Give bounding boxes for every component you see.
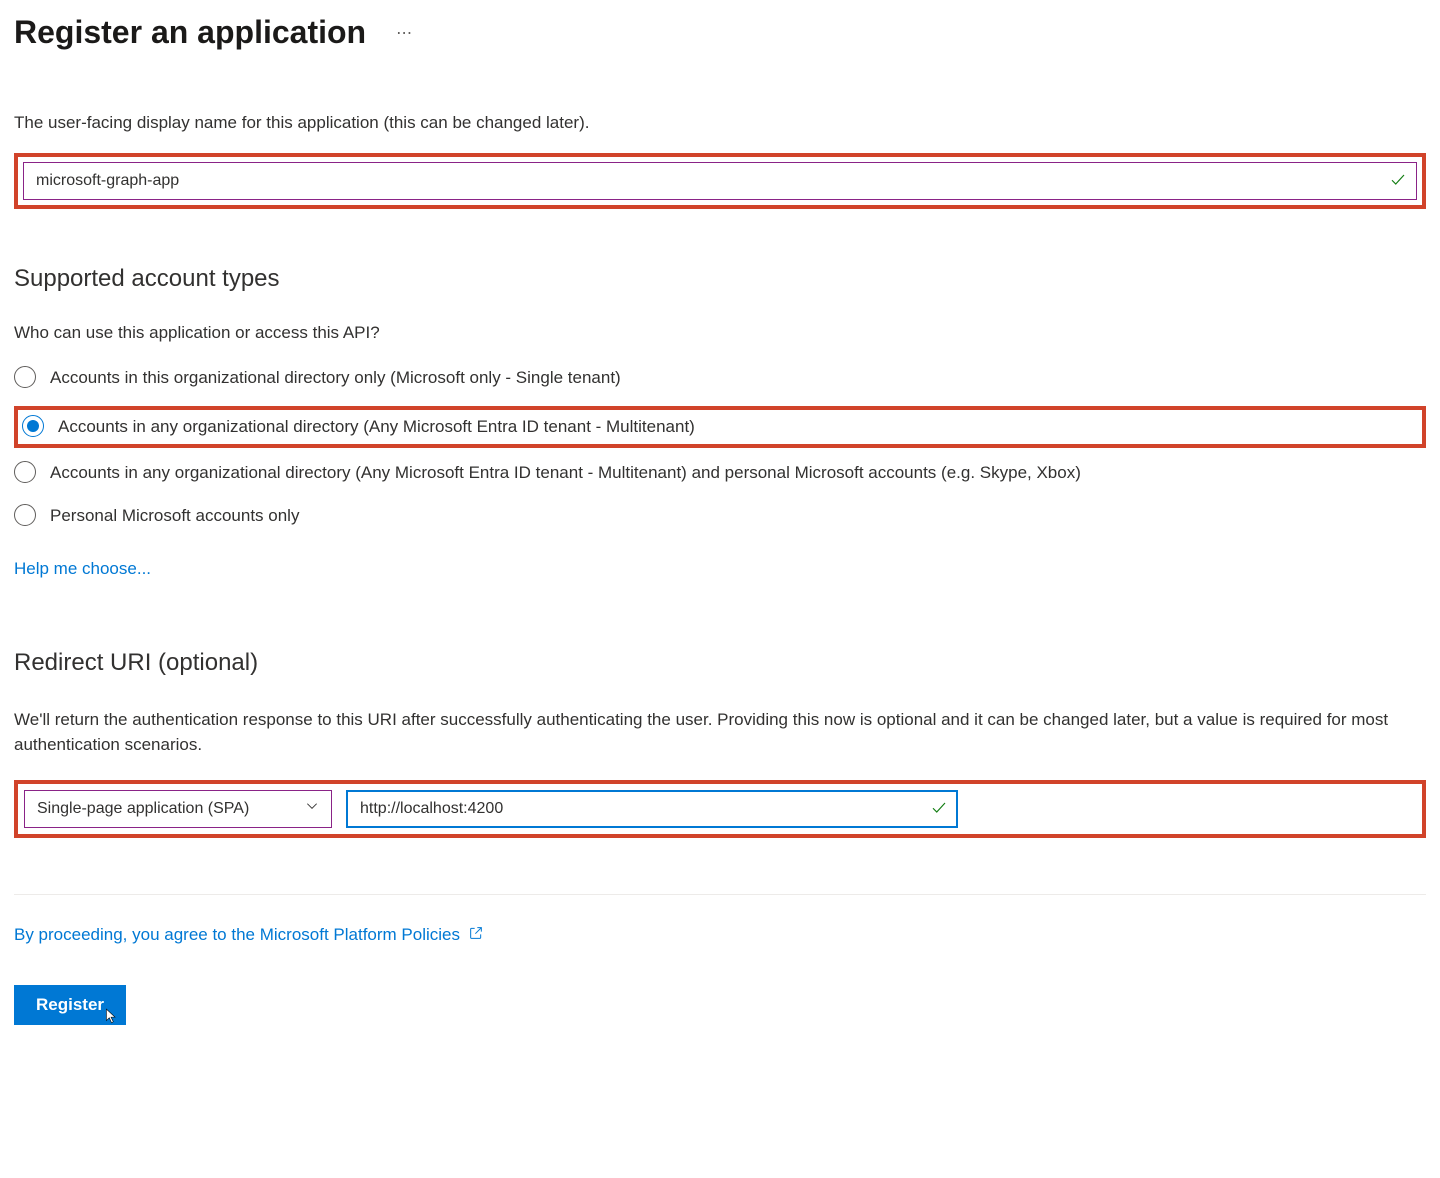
platform-selected-label: Single-page application (SPA) (37, 800, 249, 818)
radio-label: Accounts in this organizational director… (50, 365, 621, 391)
cursor-icon (104, 1008, 118, 1029)
register-label: Register (36, 995, 104, 1014)
radio-option-multitenant-personal[interactable]: Accounts in any organizational directory… (14, 458, 1426, 488)
platform-dropdown[interactable]: Single-page application (SPA) (24, 790, 332, 828)
radio-label: Accounts in any organizational directory… (50, 460, 1081, 486)
check-icon (1389, 170, 1407, 191)
redirect-heading: Redirect URI (optional) (14, 649, 1426, 677)
app-name-input[interactable] (23, 162, 1417, 200)
help-me-choose-link[interactable]: Help me choose... (14, 559, 151, 579)
register-button[interactable]: Register (14, 985, 126, 1025)
radio-list: Accounts in this organizational director… (14, 363, 1426, 531)
account-types-section: Supported account types Who can use this… (14, 265, 1426, 649)
radio-circle (14, 461, 36, 483)
redirect-uri-input[interactable] (346, 790, 958, 828)
radio-label: Accounts in any organizational directory… (58, 414, 695, 440)
chevron-down-icon (305, 799, 319, 818)
policy-row: By proceeding, you agree to the Microsof… (14, 925, 1426, 945)
radio-option-single-tenant[interactable]: Accounts in this organizational director… (14, 363, 1426, 393)
radio-circle (22, 415, 44, 437)
account-types-heading: Supported account types (14, 265, 1426, 293)
name-highlight-box (14, 153, 1426, 209)
redirect-highlight-box: Single-page application (SPA) (14, 780, 1426, 838)
radio-circle (14, 504, 36, 526)
check-icon (930, 798, 948, 819)
account-types-question: Who can use this application or access t… (14, 323, 1426, 343)
radio-label: Personal Microsoft accounts only (50, 503, 299, 529)
external-link-icon (468, 925, 484, 944)
radio-option-multitenant[interactable]: Accounts in any organizational directory… (14, 406, 1426, 448)
radio-circle (14, 366, 36, 388)
name-description: The user-facing display name for this ap… (14, 111, 1426, 135)
divider (14, 894, 1426, 895)
redirect-description: We'll return the authentication response… (14, 707, 1426, 758)
page-title: Register an application (14, 14, 366, 51)
name-section: The user-facing display name for this ap… (14, 111, 1426, 209)
radio-option-personal-only[interactable]: Personal Microsoft accounts only (14, 501, 1426, 531)
policy-link[interactable]: By proceeding, you agree to the Microsof… (14, 925, 460, 945)
more-icon[interactable]: ⋯ (396, 23, 414, 43)
redirect-uri-section: Redirect URI (optional) We'll return the… (14, 649, 1426, 838)
